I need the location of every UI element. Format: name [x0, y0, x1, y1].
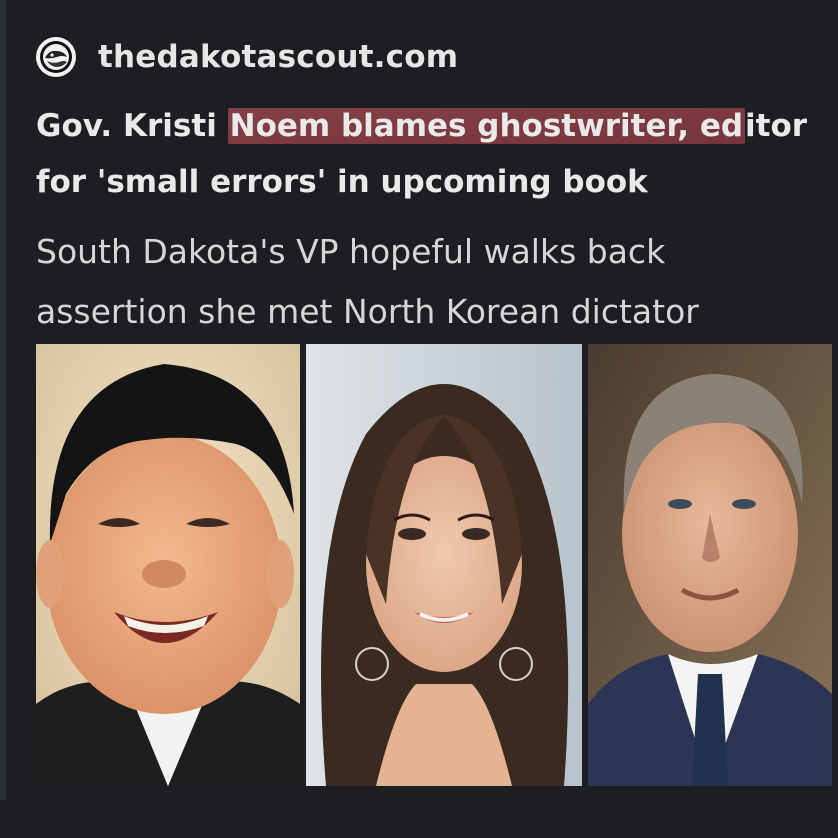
portrait-photo-3[interactable] — [588, 344, 832, 786]
portrait-photo-1[interactable] — [36, 344, 300, 786]
headline-highlight: Noem blames ghostwriter, ed — [227, 108, 746, 144]
headline-part-1: Gov. Kristi — [36, 108, 228, 144]
photo-strip[interactable] — [36, 344, 838, 786]
dakota-scout-logo-icon — [36, 37, 76, 77]
article-headline[interactable]: Gov. Kristi Noem blames ghostwriter, edi… — [36, 98, 826, 210]
article-subhead: South Dakota's VP hopeful walks back ass… — [36, 232, 699, 331]
source-site-name[interactable]: thedakotascout.com — [98, 39, 458, 75]
article-card[interactable]: thedakotascout.com Gov. Kristi Noem blam… — [0, 0, 838, 838]
source-row[interactable]: thedakotascout.com — [36, 34, 458, 80]
thread-rule — [0, 0, 6, 800]
portrait-photo-2[interactable] — [306, 344, 582, 786]
